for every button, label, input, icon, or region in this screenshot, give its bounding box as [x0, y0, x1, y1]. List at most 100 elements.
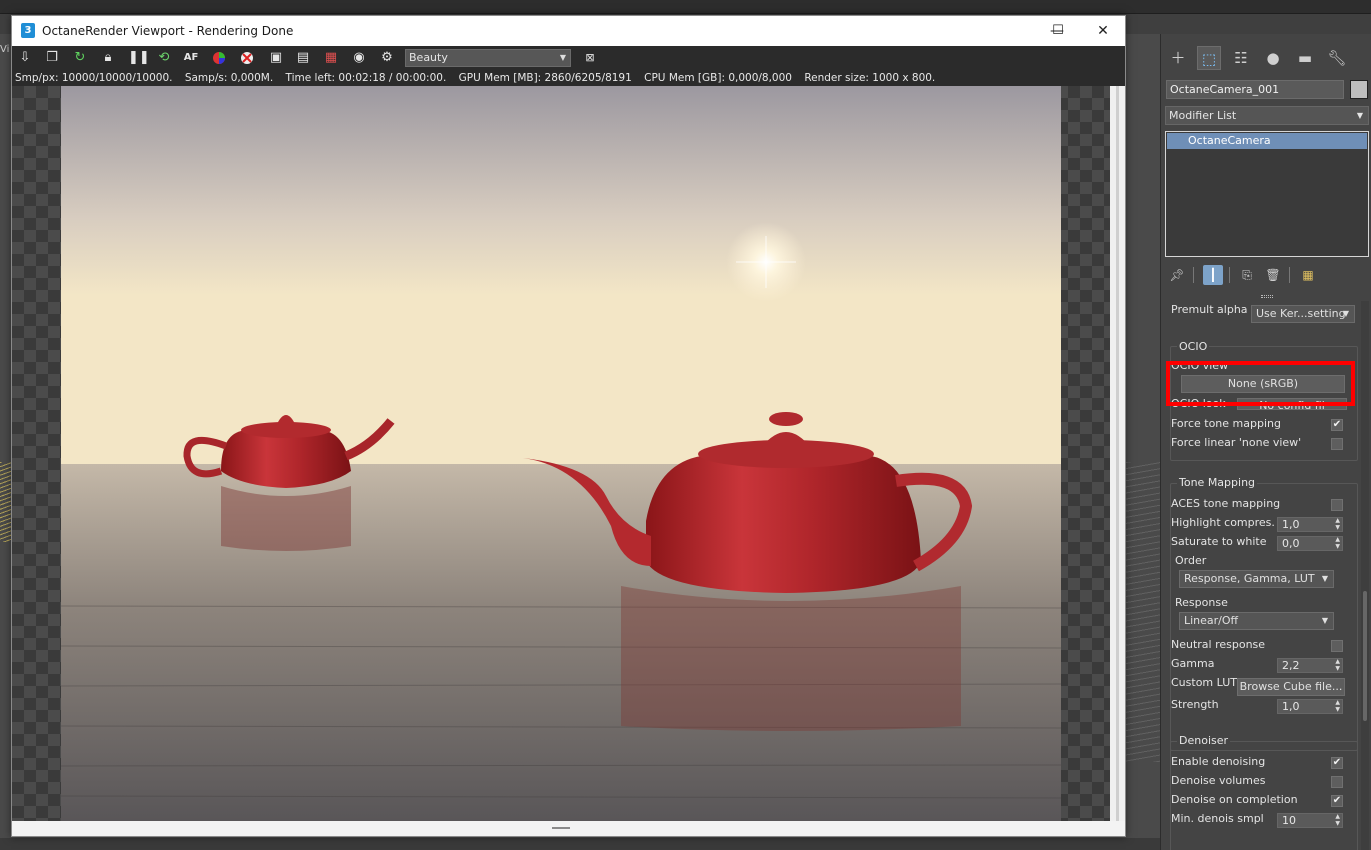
window-title: OctaneRender Viewport - Rendering Done: [42, 24, 294, 38]
window-titlebar[interactable]: 3 OctaneRender Viewport - Rendering Done…: [12, 16, 1125, 46]
enable-denoising-checkbox[interactable]: ✔: [1331, 757, 1343, 769]
trash-icon[interactable]: 🗑︎: [1263, 265, 1283, 285]
export-icon[interactable]: ⇩: [17, 50, 33, 66]
chevron-down-icon: ▼: [559, 53, 566, 62]
premult-alpha-dropdown[interactable]: Use Ker...setting ▼: [1251, 305, 1355, 323]
samples-per-second: Samp/s: 0,000M.: [184, 72, 274, 84]
camera-icon[interactable]: ◉: [351, 50, 367, 66]
min-denoise-samples-label: Min. denois smpl: [1171, 812, 1264, 825]
scroll-thumb[interactable]: [1363, 591, 1367, 721]
render-pass-select[interactable]: Beauty ▼: [405, 49, 571, 67]
samples-per-pixel: Smp/px: 10000/10000/10000.: [15, 72, 173, 84]
copy-icon[interactable]: ❐: [44, 50, 60, 66]
saturate-to-white-spinner[interactable]: 0,0 ▲ ▼: [1277, 536, 1343, 551]
spinner-arrows-icon[interactable]: ▲ ▼: [1335, 536, 1340, 550]
response-value: Linear/Off: [1184, 614, 1239, 627]
modifier-list-dropdown[interactable]: Modifier List ▼: [1165, 106, 1369, 125]
force-linear-label: Force linear 'none view': [1171, 436, 1302, 449]
neutral-response-checkbox[interactable]: [1331, 640, 1343, 652]
max-menu-strip: [0, 0, 1371, 14]
octane-viewport-window: 3 OctaneRender Viewport - Rendering Done…: [11, 15, 1126, 837]
show-end-result-icon[interactable]: ┃: [1203, 265, 1223, 285]
gamma-value: 2,2: [1282, 659, 1300, 672]
af-icon[interactable]: AF: [183, 50, 199, 66]
saturate-to-white-value: 0,0: [1282, 537, 1300, 550]
object-color-swatch[interactable]: [1350, 80, 1368, 99]
rollout-scrollbar[interactable]: [1361, 301, 1369, 850]
strength-spinner[interactable]: 1,0 ▲ ▼: [1277, 699, 1343, 714]
ocio-view-highlight-box: [1166, 361, 1355, 406]
denoise-on-completion-label: Denoise on completion: [1171, 793, 1298, 806]
pin-stack-icon[interactable]: 📌︎: [1167, 265, 1187, 285]
spinner-arrows-icon[interactable]: ▲ ▼: [1335, 658, 1340, 672]
modify-icon[interactable]: ⬚: [1197, 46, 1221, 70]
force-linear-checkbox[interactable]: [1331, 438, 1343, 450]
denoise-volumes-label: Denoise volumes: [1171, 774, 1266, 787]
viewport-label: Vi: [0, 44, 10, 55]
material-picker-icon[interactable]: [239, 50, 255, 66]
divider: [1229, 267, 1230, 283]
stack-item-octanecamera[interactable]: OctaneCamera: [1167, 133, 1367, 149]
premult-alpha-value: Use Ker...setting: [1256, 307, 1346, 320]
panel-splitter[interactable]: [1261, 295, 1273, 298]
gamma-label: Gamma: [1171, 657, 1215, 670]
region-render-icon[interactable]: ▣: [268, 50, 284, 66]
motion-icon[interactable]: ●: [1261, 46, 1285, 70]
max-bottom-strip: [0, 838, 1160, 850]
command-panel-tabs: ＋ ⬚ ☷ ● ▬ 🔧︎: [1161, 34, 1371, 74]
tone-mapping-group-title: Tone Mapping: [1177, 476, 1258, 489]
saturate-to-white-label: Saturate to white: [1171, 535, 1267, 548]
utilities-icon[interactable]: 🔧︎: [1325, 46, 1349, 70]
display-icon[interactable]: ▬: [1293, 46, 1317, 70]
make-unique-icon[interactable]: ⎘: [1237, 265, 1257, 285]
browse-cube-file-button[interactable]: Browse Cube file...: [1237, 678, 1345, 696]
spinner-arrows-icon[interactable]: ▲ ▼: [1335, 699, 1340, 713]
viewport-vertical-scrollbar[interactable]: [1110, 86, 1125, 821]
configure-sets-icon[interactable]: ▦: [1298, 265, 1318, 285]
viewport-horizontal-scrollbar[interactable]: [12, 821, 1125, 836]
denoiser-group-title: Denoiser: [1177, 734, 1231, 747]
color-picker-icon[interactable]: [211, 50, 227, 66]
order-dropdown[interactable]: Response, Gamma, LUT ▼: [1179, 570, 1334, 588]
divider: [1193, 267, 1194, 283]
chevron-down-icon: ▼: [1321, 574, 1328, 583]
aces-tone-mapping-checkbox[interactable]: [1331, 499, 1343, 511]
spinner-arrows-icon[interactable]: ▲ ▼: [1335, 517, 1340, 531]
close-button[interactable]: ✕: [1080, 16, 1126, 46]
film-region-icon[interactable]: ▤: [295, 50, 311, 66]
render-layer-icon[interactable]: ▦: [323, 50, 339, 66]
spinner-arrows-icon[interactable]: ▲ ▼: [1335, 813, 1340, 827]
premult-alpha-label: Premult alpha: [1171, 303, 1248, 316]
neutral-response-label: Neutral response: [1171, 638, 1266, 651]
lock-icon[interactable]: 🔒︎: [100, 50, 116, 66]
denoise-volumes-checkbox[interactable]: [1331, 776, 1343, 788]
hierarchy-icon[interactable]: ☷: [1229, 46, 1253, 70]
create-icon[interactable]: ＋: [1166, 46, 1190, 70]
highlight-compression-spinner[interactable]: 1,0 ▲ ▼: [1277, 517, 1343, 532]
gamma-spinner[interactable]: 2,2 ▲ ▼: [1277, 658, 1343, 673]
enable-denoising-label: Enable denoising: [1171, 755, 1266, 768]
settings-icon[interactable]: ⚙: [379, 50, 395, 66]
response-dropdown[interactable]: Linear/Off ▼: [1179, 612, 1334, 630]
scroll-thumb[interactable]: [1116, 86, 1119, 821]
divider: [1289, 267, 1290, 283]
transparency-checker: [12, 86, 1110, 821]
min-denoise-samples-spinner[interactable]: 10 ▲ ▼: [1277, 813, 1343, 828]
modifier-stack: OctaneCamera: [1165, 131, 1369, 257]
maximize-icon: ☐: [1052, 23, 1064, 38]
refresh-icon[interactable]: ⟲: [156, 50, 172, 66]
pause-icon[interactable]: ❚❚: [128, 50, 150, 66]
force-tone-mapping-checkbox[interactable]: ✔: [1331, 419, 1343, 431]
render-toolbar: ⇩ ❐ ↻ 🔒︎ ❚❚ ⟲ AF ▣ ▤ ▦ ◉ ⚙ Beauty ▼ ⊠: [12, 46, 1125, 70]
image-icon[interactable]: ⊠: [582, 50, 598, 66]
force-tone-mapping-label: Force tone mapping: [1171, 417, 1281, 430]
object-name-field[interactable]: OctaneCamera_001: [1166, 80, 1344, 99]
stack-toolbar: 📌︎ ┃ ⎘ 🗑︎ ▦: [1161, 262, 1371, 288]
denoise-on-completion-checkbox[interactable]: ✔: [1331, 795, 1343, 807]
resize-grip-icon[interactable]: [552, 827, 570, 829]
command-panel: ＋ ⬚ ☷ ● ▬ 🔧︎ OctaneCamera_001 Modifier L…: [1160, 34, 1371, 850]
render-image[interactable]: [61, 86, 1061, 821]
restart-icon[interactable]: ↻: [72, 50, 88, 66]
viewport-body: ⇩ ❐ ↻ 🔒︎ ❚❚ ⟲ AF ▣ ▤ ▦ ◉ ⚙ Beauty ▼ ⊠ Sm…: [12, 46, 1125, 836]
highlight-compression-label: Highlight compres.: [1171, 516, 1275, 529]
